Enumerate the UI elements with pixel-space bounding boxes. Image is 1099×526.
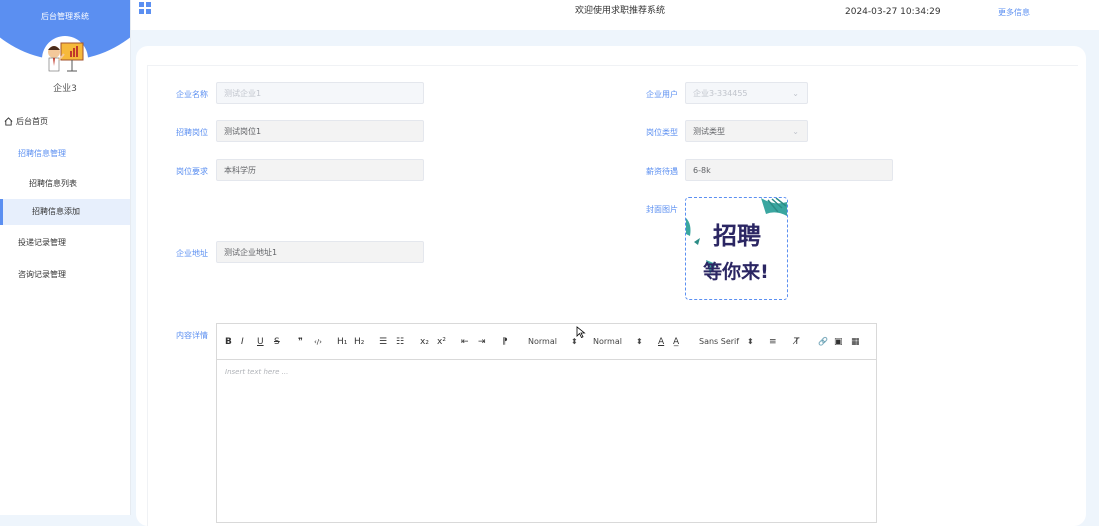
underline-button[interactable]: U [257,336,264,348]
outdent-button[interactable]: ⇤ [461,336,469,348]
superscript-button[interactable]: x² [437,336,446,348]
sidebar-item-label: 招聘信息列表 [29,179,77,188]
home-icon [4,117,13,126]
sidebar-item-label: 咨询记录管理 [18,270,66,279]
requirement-label: 岗位要求 [176,167,208,176]
cover-text-line1: 招聘 [713,222,761,250]
h1-button[interactable]: H₁ [337,336,347,348]
text-direction-button[interactable]: ⁋ [502,336,508,348]
salary-field[interactable]: 6-8k [685,159,893,181]
company-name-label: 企业名称 [176,90,208,99]
image-button[interactable]: ▣ [834,336,843,348]
sidebar-item-delivery-records[interactable]: 投递记录管理 [0,230,130,256]
editor-toolbar: B I U S ❞ ‹/› H₁ H₂ ☰ ☷ x₂ x² ⇤ ⇥ ⁋ Norm… [217,324,876,360]
sidebar-item-label: 招聘信息添加 [32,207,80,216]
editor-placeholder[interactable]: Insert text here ... [225,368,288,376]
company-name-field[interactable]: 测试企业1 [216,82,424,104]
sidebar-item-home[interactable]: 后台首页 [0,109,130,135]
rich-text-editor: B I U S ❞ ‹/› H₁ H₂ ☰ ☷ x₂ x² ⇤ ⇥ ⁋ Norm… [216,323,877,523]
company-user-value: 企业3-334455 [693,89,748,98]
header-picker[interactable]: Normal [593,336,622,348]
subscript-button[interactable]: x₂ [420,336,429,348]
blockquote-button[interactable]: ❞ [298,336,303,348]
video-button[interactable]: ▦ [851,336,860,348]
welcome-text: 欢迎使用求职推荐系统 [574,6,665,16]
sidebar-item-job-management[interactable]: 招聘信息管理 [0,141,130,167]
job-title-field[interactable]: 测试岗位1 [216,120,424,142]
content-label: 内容详情 [176,331,208,340]
company-user-select[interactable]: 企业3-334455 ⌄ [685,82,808,104]
job-type-label: 岗位类型 [646,128,678,137]
cover-label: 封面图片 [646,205,678,214]
address-label: 企业地址 [176,249,208,258]
clean-button[interactable]: T̸ [794,336,800,348]
header-picker-arrow-icon: ⬍ [636,337,643,346]
address-field[interactable]: 测试企业地址1 [216,241,424,263]
code-button[interactable]: ‹/› [314,336,322,348]
job-type-value: 测试类型 [693,127,725,136]
bold-button[interactable]: B [225,336,232,348]
sidebar-item-job-add[interactable]: 招聘信息添加 [0,199,130,225]
sidebar-item-job-list[interactable]: 招聘信息列表 [0,171,130,197]
font-picker[interactable]: Sans Serif [699,336,739,348]
sidebar-item-consult-records[interactable]: 咨询记录管理 [0,262,130,288]
strike-button[interactable]: S [274,336,280,348]
sidebar-title: 后台管理系统 [41,12,89,21]
link-button[interactable]: 🔗 [818,336,828,348]
indent-button[interactable]: ⇥ [478,336,486,348]
sidebar-item-label: 招聘信息管理 [18,149,66,158]
mouse-cursor-icon [576,326,586,338]
bullet-list-button[interactable]: ☷ [396,336,404,348]
job-title-label: 招聘岗位 [176,128,208,137]
cover-image-upload[interactable]: 招聘 等你来! [685,197,788,300]
job-type-select[interactable]: 测试类型 ⌄ [685,120,808,142]
sidebar: 后台管理系统 企业3 后台首页 招聘信息管理 招聘信息列表 招聘信息添加 投递记… [0,0,131,515]
background-color-button[interactable]: A̲ [673,336,679,348]
text-color-button[interactable]: A [658,336,664,348]
cover-text-line2: 等你来! [702,260,769,283]
avatar [42,36,88,82]
sidebar-item-label: 投递记录管理 [18,238,66,247]
menu-grid-icon[interactable] [139,2,151,14]
ordered-list-button[interactable]: ☰ [379,336,387,348]
h2-button[interactable]: H₂ [354,336,364,348]
cover-image: 招聘 等你来! [686,198,787,299]
chevron-down-icon: ⌄ [792,89,799,98]
sidebar-username: 企业3 [53,84,77,94]
datetime: 2024-03-27 10:34:29 [845,7,941,17]
align-button[interactable]: ≡ [769,336,777,348]
requirement-field[interactable]: 本科学历 [216,159,424,181]
size-picker[interactable]: Normal [528,336,557,348]
more-info-link[interactable]: 更多信息 [998,7,1030,18]
salary-label: 薪资待遇 [646,167,678,176]
font-picker-arrow-icon: ⬍ [747,337,754,346]
sidebar-item-label: 后台首页 [16,117,48,126]
company-user-label: 企业用户 [646,90,678,99]
chevron-down-icon: ⌄ [792,127,799,136]
italic-button[interactable]: I [241,336,244,348]
